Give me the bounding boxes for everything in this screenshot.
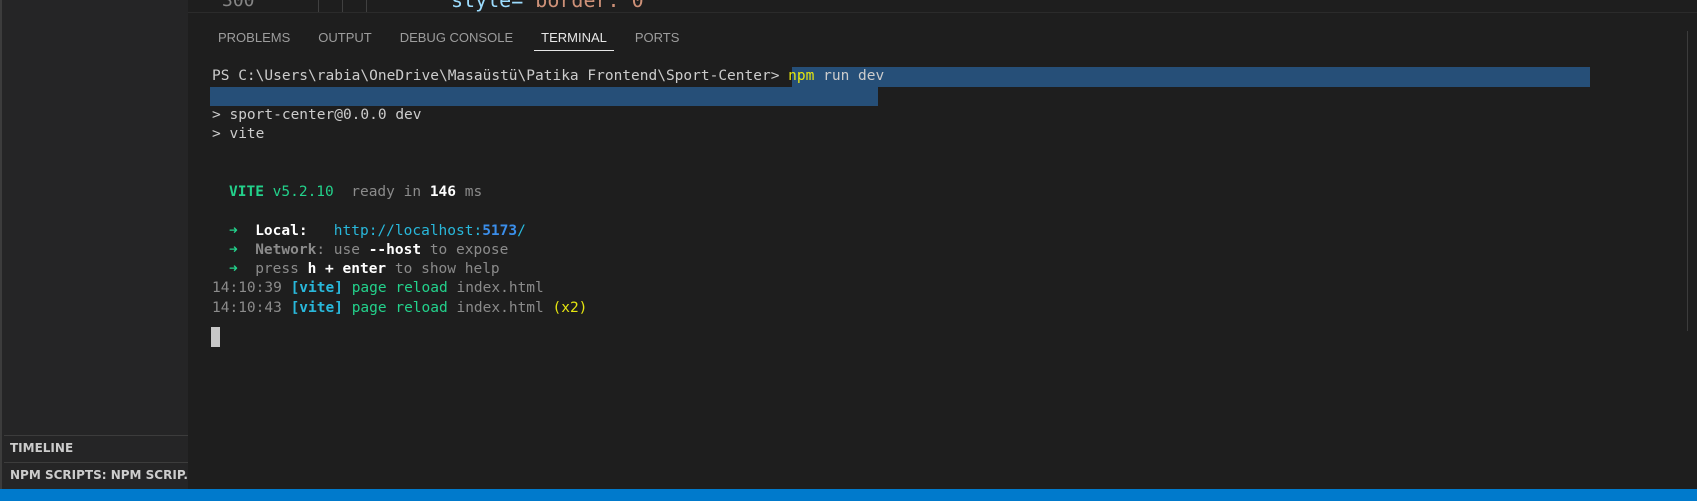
- editor-peek: 300 style="border: 0": [188, 0, 1697, 12]
- network-line: ➜ Network: use --host to expose: [229, 240, 508, 261]
- code-string: "border: 0": [523, 0, 656, 12]
- local-label: Local: [255, 223, 299, 239]
- timeline-section-header[interactable]: TIMELINE: [4, 435, 188, 461]
- log-line: 14:10:39 [vite] page reload index.html: [212, 278, 544, 299]
- network-flag: --host: [368, 242, 422, 258]
- indent-guide: [366, 0, 367, 12]
- bottom-panel: PROBLEMS OUTPUT DEBUG CONSOLE TERMINAL P…: [188, 12, 1697, 489]
- command-args: run dev: [814, 68, 885, 84]
- help-keys: h + enter: [307, 261, 387, 277]
- indent-guide: [342, 0, 343, 12]
- help-line: ➜ press h + enter to show help: [229, 259, 500, 280]
- tab-debug-console[interactable]: DEBUG CONSOLE: [393, 27, 520, 51]
- log-time: 14:10:39: [212, 280, 282, 296]
- log-tag: [vite]: [290, 280, 343, 296]
- line-number: 300: [222, 0, 255, 11]
- tab-terminal[interactable]: TERMINAL: [534, 27, 614, 51]
- code-attribute: style=: [451, 0, 524, 12]
- vite-name: VITE: [229, 184, 264, 200]
- prompt-line: PS C:\Users\rabia\OneDrive\Masaüstü\Pati…: [212, 66, 884, 87]
- ready-text: ready in: [351, 184, 422, 200]
- log-count: (x2): [543, 300, 588, 316]
- tab-problems[interactable]: PROBLEMS: [211, 27, 297, 51]
- status-bar: [0, 489, 1697, 501]
- vite-version: v5.2.10: [272, 184, 334, 200]
- tab-ports[interactable]: PORTS: [628, 27, 687, 51]
- terminal-cursor: [211, 327, 220, 347]
- npm-scripts-section-header[interactable]: NPM SCRIPTS: NPM SCRIP...: [4, 462, 188, 488]
- log-tag: [vite]: [290, 300, 343, 316]
- network-text: : use: [316, 242, 369, 258]
- tab-output[interactable]: OUTPUT: [311, 27, 378, 51]
- log-message: page reload: [351, 300, 448, 316]
- log-file: index.html: [447, 300, 544, 316]
- code-line: style="border: 0": [451, 0, 656, 12]
- network-label: Network: [255, 242, 317, 258]
- terminal-output[interactable]: PS C:\Users\rabia\OneDrive\Masaüstü\Pati…: [210, 66, 1697, 489]
- help-suffix: to show help: [386, 261, 500, 277]
- text-selection: [210, 87, 878, 106]
- local-url-line: ➜ Local: http://localhost:5173/: [229, 223, 526, 239]
- ready-unit: ms: [464, 184, 483, 200]
- script-line: > sport-center@0.0.0 dev: [212, 107, 422, 123]
- log-time: 14:10:43: [212, 300, 282, 316]
- vite-ready-line: VITE v5.2.10 ready in 146 ms: [229, 182, 482, 203]
- sidebar: TIMELINE NPM SCRIPTS: NPM SCRIP...: [0, 0, 188, 489]
- log-line: 14:10:43 [vite] page reload index.html (…: [212, 298, 587, 319]
- prompt-path: PS C:\Users\rabia\OneDrive\Masaüstü\Pati…: [212, 68, 789, 84]
- arrow-icon: ➜: [229, 223, 238, 239]
- vite-command-line: > vite: [212, 126, 265, 142]
- log-file: index.html: [447, 280, 544, 296]
- text-selection: [792, 67, 1590, 87]
- panel-tabs: PROBLEMS OUTPUT DEBUG CONSOLE TERMINAL P…: [211, 27, 700, 53]
- arrow-icon: ➜: [229, 261, 238, 277]
- indent-guide: [318, 0, 319, 12]
- log-message: page reload: [351, 280, 448, 296]
- command-npm: npm: [788, 68, 815, 84]
- arrow-icon: ➜: [229, 242, 238, 258]
- network-suffix: to expose: [421, 242, 509, 258]
- help-press: press: [255, 261, 308, 277]
- local-url[interactable]: http://localhost:5173/: [334, 223, 526, 239]
- ready-ms: 146: [429, 184, 457, 200]
